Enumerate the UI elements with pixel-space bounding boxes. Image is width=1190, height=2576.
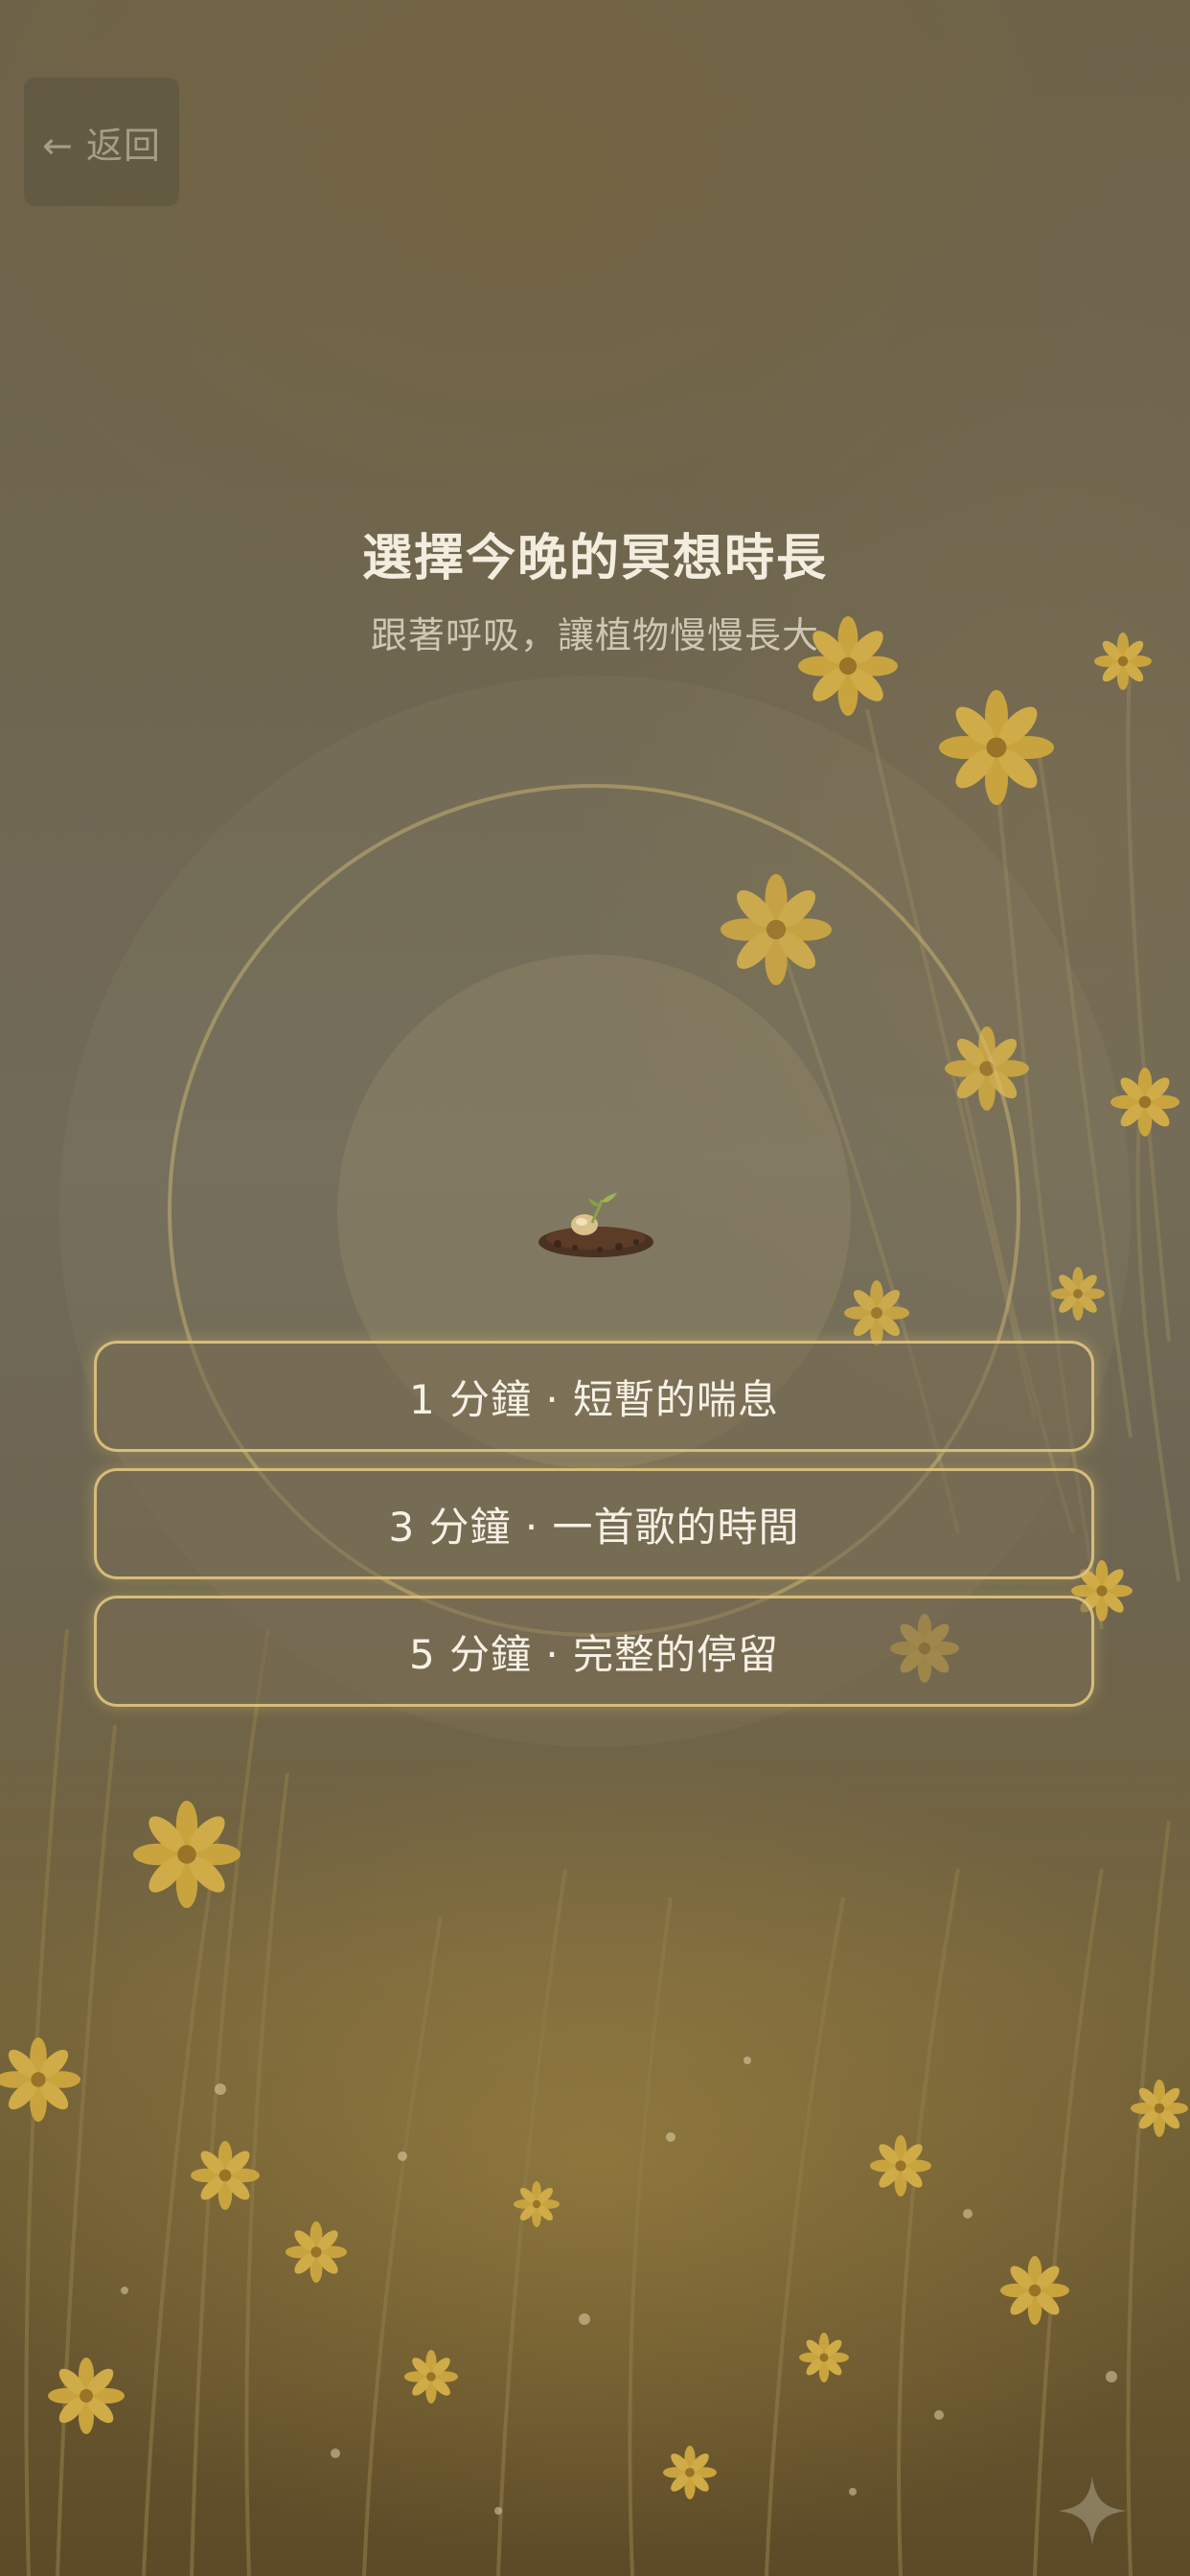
back-button[interactable]: ← 返回	[24, 78, 179, 206]
duration-option-1-minute[interactable]: 1 分鐘 · 短暫的喘息	[94, 1341, 1094, 1452]
duration-option-label: 1 分鐘 · 短暫的喘息	[408, 1375, 780, 1423]
seed-sprout-icon	[538, 1192, 653, 1257]
back-label: ← 返回	[42, 124, 161, 167]
duration-option-label: 3 分鐘 · 一首歌的時間	[388, 1503, 800, 1551]
duration-option-3-minutes[interactable]: 3 分鐘 · 一首歌的時間	[94, 1468, 1094, 1579]
duration-option-label: 5 分鐘 · 完整的停留	[408, 1630, 780, 1678]
page-subtitle: 跟著呼吸，讓植物慢慢長大	[370, 614, 819, 656]
duration-option-5-minutes[interactable]: 5 分鐘 · 完整的停留	[94, 1596, 1094, 1707]
sparkle-icon	[1058, 2476, 1127, 2545]
meditation-duration-screen: ← 返回 選擇今晚的冥想時長 跟著呼吸，讓植物慢慢長大 1 分鐘 · 短暫的喘息…	[0, 0, 1190, 2576]
page-title: 選擇今晚的冥想時長	[361, 530, 828, 587]
